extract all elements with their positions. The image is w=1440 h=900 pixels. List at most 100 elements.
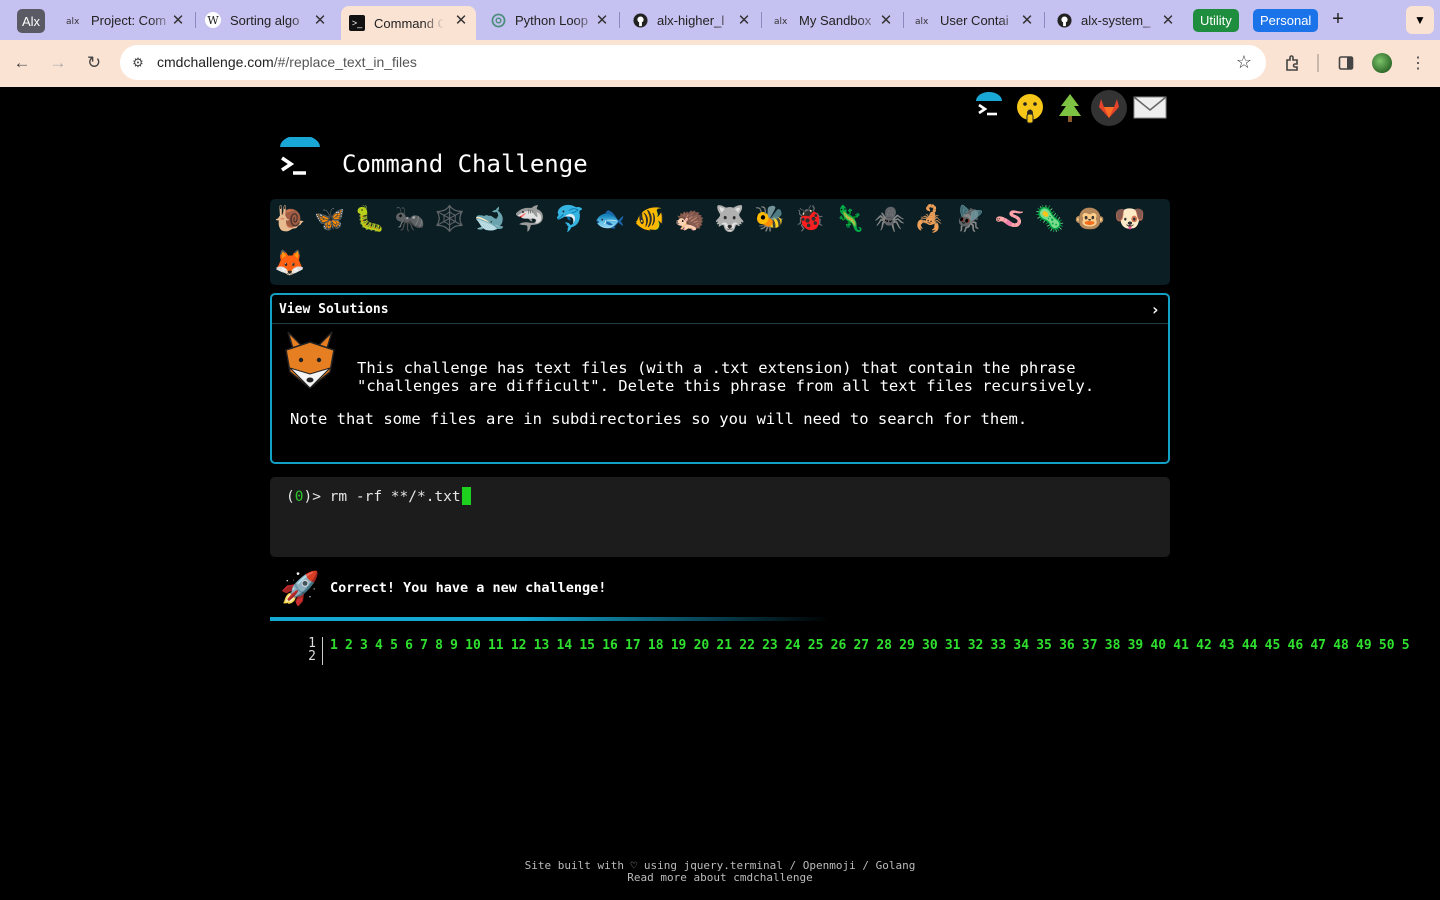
level-link[interactable]: 12	[511, 638, 527, 653]
close-icon[interactable]: ✕	[877, 11, 895, 29]
level-link[interactable]: 9	[450, 638, 458, 653]
close-icon[interactable]: ✕	[452, 11, 470, 29]
fish-icon[interactable]: 🐟	[594, 203, 626, 235]
level-link[interactable]: 23	[762, 638, 778, 653]
tab-sorting[interactable]: W Sorting algo ✕	[197, 6, 335, 34]
level-link[interactable]: 13	[534, 638, 550, 653]
level-link[interactable]: 37	[1082, 638, 1098, 653]
back-button[interactable]: ←	[11, 52, 33, 74]
level-link[interactable]: 25	[808, 638, 824, 653]
level-link[interactable]: 44	[1242, 638, 1258, 653]
whale-icon[interactable]: 🐋	[474, 203, 506, 235]
level-link[interactable]: 20	[694, 638, 710, 653]
mail-icon[interactable]	[1132, 90, 1168, 126]
close-icon[interactable]: ✕	[311, 11, 329, 29]
level-link[interactable]: 27	[853, 638, 869, 653]
level-link[interactable]: 30	[922, 638, 938, 653]
level-link[interactable]: 32	[968, 638, 984, 653]
footer-read-more-link[interactable]: Read more about cmdchallenge	[0, 872, 1440, 884]
tab-my-sandbox[interactable]: alx My Sandbox ✕	[766, 6, 901, 34]
shark-icon[interactable]: 🦈	[514, 203, 546, 235]
level-link[interactable]: 38	[1105, 638, 1121, 653]
hedgehog-icon[interactable]: 🦔	[674, 203, 706, 235]
level-link[interactable]: 26	[831, 638, 847, 653]
gitlab-icon[interactable]	[1091, 90, 1127, 126]
tree-icon[interactable]	[1052, 90, 1088, 126]
level-link[interactable]: 29	[899, 638, 915, 653]
terminal-prompt[interactable]: (0)> rm -rf **/*.txt	[286, 487, 471, 505]
tab-group-personal[interactable]: Personal	[1253, 9, 1319, 32]
close-icon[interactable]: ✕	[593, 11, 611, 29]
worm-icon[interactable]: 🪱	[994, 203, 1026, 235]
ant-icon[interactable]: 🐜	[394, 203, 426, 235]
level-link[interactable]: 35	[1036, 638, 1052, 653]
dolphin-icon[interactable]: 🐬	[554, 203, 586, 235]
scorpion-icon[interactable]: 🦂	[914, 203, 946, 235]
level-link[interactable]: 11	[488, 638, 504, 653]
terminal[interactable]: (0)> rm -rf **/*.txt	[270, 477, 1170, 557]
level-link[interactable]: 33	[991, 638, 1007, 653]
level-link[interactable]: 47	[1310, 638, 1326, 653]
view-solutions-toggle[interactable]: View Solutions ›	[272, 295, 1168, 324]
level-link[interactable]: 5	[390, 638, 398, 653]
close-icon[interactable]: ✕	[735, 11, 753, 29]
site-info-icon[interactable]: ⚙	[129, 54, 147, 72]
level-link[interactable]: 43	[1219, 638, 1235, 653]
close-icon[interactable]: ✕	[169, 11, 187, 29]
terminal-logo-icon[interactable]	[971, 90, 1007, 126]
reload-button[interactable]: ↻	[83, 52, 105, 74]
tropical-fish-icon[interactable]: 🐠	[634, 203, 666, 235]
level-link[interactable]: 45	[1265, 638, 1281, 653]
bee-icon[interactable]: 🐝	[754, 203, 786, 235]
spider-web-icon[interactable]: 🕸️	[434, 203, 466, 235]
extensions-icon[interactable]	[1282, 52, 1304, 74]
address-bar[interactable]: ⚙ cmdchallenge.com/#/replace_text_in_fil…	[120, 45, 1266, 80]
lizard-icon[interactable]: 🦎	[834, 203, 866, 235]
monkey-icon[interactable]: 🐵	[1074, 203, 1106, 235]
level-link[interactable]: 2	[345, 638, 353, 653]
level-link[interactable]: 48	[1333, 638, 1349, 653]
tab-user-container[interactable]: alx User Contai ✕	[907, 6, 1042, 34]
tab-python-loop[interactable]: Python Loop ✕	[482, 6, 617, 34]
level-link[interactable]: 10	[465, 638, 481, 653]
butterfly-icon[interactable]: 🦋	[314, 203, 346, 235]
level-link[interactable]: 19	[671, 638, 687, 653]
level-link[interactable]: 16	[602, 638, 618, 653]
level-link[interactable]: 22	[739, 638, 755, 653]
close-icon[interactable]: ✕	[1018, 11, 1036, 29]
menu-kebab-icon[interactable]: ⋮	[1407, 52, 1429, 74]
level-link[interactable]: 21	[716, 638, 732, 653]
tab-search-button[interactable]: ▼	[1406, 6, 1434, 34]
fly-icon[interactable]: 🪰	[954, 203, 986, 235]
level-link[interactable]: 1	[330, 638, 338, 653]
site-logo-icon[interactable]	[276, 135, 324, 185]
level-link[interactable]: 50	[1379, 638, 1395, 653]
tab-group-alx[interactable]: Alx	[17, 9, 45, 33]
ladybug-icon[interactable]: 🐞	[794, 203, 826, 235]
fox-icon[interactable]: 🦊	[274, 247, 306, 279]
caterpillar-icon[interactable]: 🐛	[354, 203, 386, 235]
level-link[interactable]: 8	[435, 638, 443, 653]
spider-icon[interactable]: 🕷️	[874, 203, 906, 235]
level-link[interactable]: 46	[1288, 638, 1304, 653]
tab-group-utility[interactable]: Utility	[1193, 9, 1239, 32]
level-link[interactable]: 28	[876, 638, 892, 653]
gitter-face-icon[interactable]	[1012, 90, 1048, 126]
level-link[interactable]: 6	[405, 638, 413, 653]
dog-icon[interactable]: 🐶	[1114, 203, 1146, 235]
tab-alx-higher[interactable]: alx-higher_l ✕	[624, 6, 759, 34]
level-link[interactable]: 39	[1128, 638, 1144, 653]
level-link[interactable]: 3	[360, 638, 368, 653]
wolf-icon[interactable]: 🐺	[714, 203, 746, 235]
level-link[interactable]: 4	[375, 638, 383, 653]
level-link[interactable]: 24	[785, 638, 801, 653]
level-link[interactable]: 17	[625, 638, 641, 653]
level-link[interactable]: 7	[420, 638, 428, 653]
level-link[interactable]: 31	[945, 638, 961, 653]
tab-project[interactable]: alx Project: Com ✕	[58, 6, 193, 34]
level-link[interactable]: 49	[1356, 638, 1372, 653]
url-text[interactable]: cmdchallenge.com/#/replace_text_in_files	[157, 54, 417, 70]
forward-button[interactable]: →	[47, 52, 69, 74]
close-icon[interactable]: ✕	[1159, 11, 1177, 29]
level-link[interactable]: 14	[557, 638, 573, 653]
